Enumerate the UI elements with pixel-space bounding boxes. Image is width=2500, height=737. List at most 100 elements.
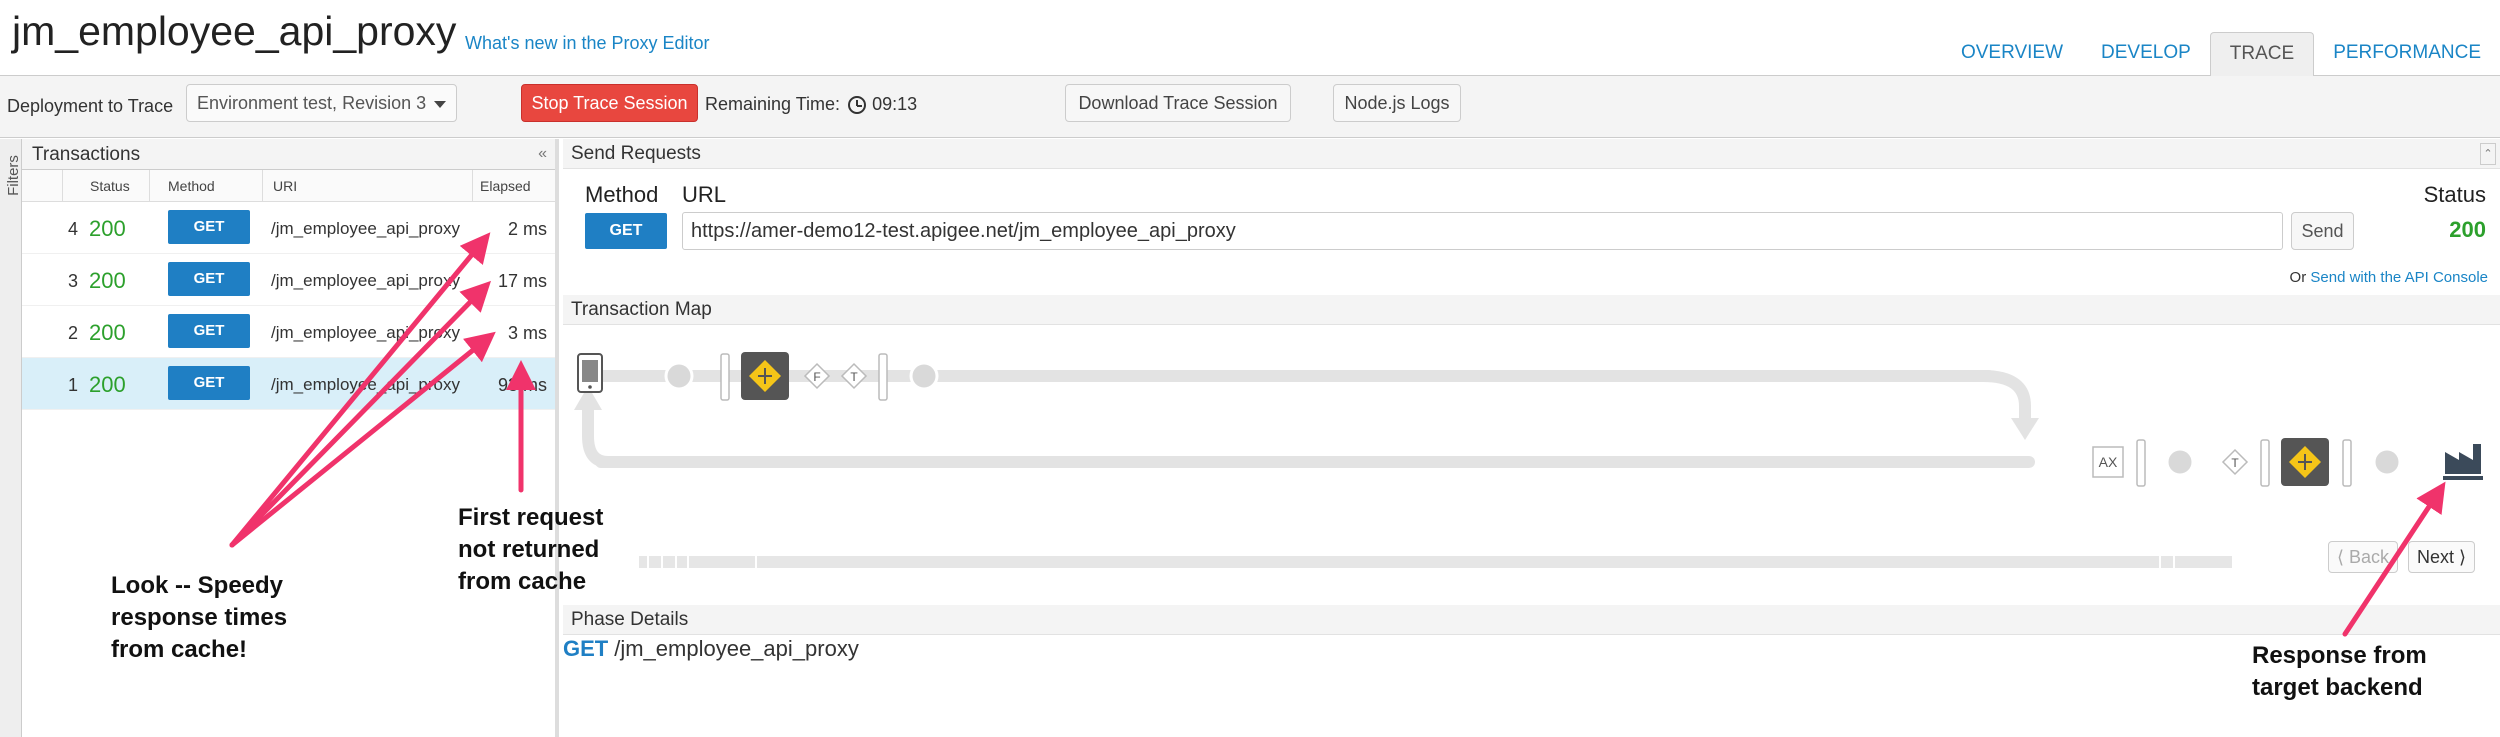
row-status: 200 [89, 268, 126, 293]
row-method-badge: GET [168, 314, 250, 348]
tab-trace[interactable]: TRACE [2209, 32, 2315, 76]
annotation-line: not returned [458, 536, 600, 563]
url-input[interactable] [682, 212, 2283, 250]
row-elapsed: 17 ms [497, 271, 547, 291]
status-label: Status [2423, 182, 2486, 207]
send-requests-title: Send Requests [571, 143, 701, 164]
column-uri: URI [273, 178, 298, 194]
clock-icon [848, 95, 867, 114]
transactions-title: Transactions [32, 144, 141, 165]
request-flow-curve [1982, 370, 2031, 421]
timeline-tick [675, 556, 677, 568]
next-label: Next [2417, 547, 2455, 567]
trace-detail-panel: Send Requests ⌃ Method URL Status GET Se… [563, 139, 2500, 737]
timeline-tick [661, 556, 663, 568]
api-console-link[interactable]: Send with the API Console [2310, 269, 2488, 286]
timeline-tick [755, 556, 757, 568]
phase-details-header: Phase Details [563, 605, 2500, 635]
flow-t2-diamond: T [2221, 448, 2249, 476]
row-number: 3 [67, 271, 78, 291]
response-status: 200 [2449, 217, 2486, 242]
phase-verb: GET [563, 636, 609, 661]
whats-new-link[interactable]: What's new in the Proxy Editor [465, 33, 710, 54]
annotation-speedy: Look -- Speedy response times from cache… [111, 570, 287, 666]
tab-overview[interactable]: OVERVIEW [1942, 32, 2082, 76]
deployment-select[interactable]: Environment test, Revision 3 [186, 84, 457, 122]
page-header: jm_employee_api_proxy What's new in the … [0, 0, 2500, 76]
nodejs-logs-button[interactable]: Node.js Logs [1333, 84, 1461, 122]
flow-node [2372, 447, 2402, 477]
annotation-line: Response from [2252, 642, 2427, 669]
tab-performance[interactable]: PERFORMANCE [2314, 32, 2500, 76]
transaction-row[interactable]: 2 200 GET /jm_employee_api_proxy 3 ms [22, 306, 555, 358]
timeline-tick [2173, 556, 2175, 568]
transaction-map-title: Transaction Map [571, 299, 712, 320]
annotation-line: from cache [458, 568, 587, 595]
method-label: Method [585, 182, 659, 207]
timeline-tick [2159, 556, 2161, 568]
flow-f-label: F [813, 370, 820, 384]
request-arrow-down-icon [2011, 418, 2039, 440]
column-divider [149, 170, 150, 202]
flow-marker [878, 353, 888, 401]
row-elapsed: 2 ms [507, 219, 547, 239]
row-uri: /jm_employee_api_proxy [271, 323, 460, 342]
remaining-time: Remaining Time: 09:13 [705, 94, 917, 115]
transaction-row[interactable]: 3 200 GET /jm_employee_api_proxy 17 ms [22, 254, 555, 306]
row-method-badge: GET [168, 210, 250, 244]
row-status: 200 [89, 372, 126, 397]
api-console-line: Or Send with the API Console [2290, 269, 2488, 286]
timeline-tick [687, 556, 689, 568]
flow-node [2165, 447, 2195, 477]
send-button[interactable]: Send [2291, 212, 2354, 250]
transaction-map: F T AX T [574, 352, 2483, 568]
target-backend-factory-icon [2443, 444, 2483, 480]
row-method-badge: GET [168, 262, 250, 296]
filters-sidebar[interactable]: Filters [0, 139, 22, 737]
column-divider [262, 170, 263, 202]
timeline-tick [647, 556, 649, 568]
flow-t2-label: T [2231, 456, 2239, 470]
collapse-left-icon[interactable]: « [538, 145, 547, 163]
caret-down-icon [434, 101, 446, 108]
or-text: Or [2289, 269, 2307, 286]
row-elapsed: 3 ms [507, 323, 547, 343]
deployment-label: Deployment to Trace [7, 96, 174, 116]
row-uri: /jm_employee_api_proxy [271, 219, 460, 238]
client-phone-icon [577, 353, 603, 393]
trace-toolbar: Deployment to Trace Environment test, Re… [0, 76, 2500, 138]
collapse-up-icon[interactable]: ⌃ [2480, 143, 2496, 165]
transaction-row-selected[interactable]: 1 200 GET /jm_employee_api_proxy 93 ms [22, 358, 555, 410]
column-divider [472, 170, 473, 202]
transaction-row[interactable]: 4 200 GET /jm_employee_api_proxy 2 ms [22, 202, 555, 254]
phase-path: /jm_employee_api_proxy [614, 636, 859, 661]
phase-details-title: Phase Details [571, 609, 689, 630]
annotation-line: target backend [2252, 674, 2423, 701]
flow-ax-label: AX [2099, 454, 2118, 470]
url-label: URL [682, 182, 727, 207]
annotation-first-request: First request not returned from cache [458, 502, 603, 598]
row-elapsed: 93 ms [497, 375, 547, 395]
remaining-time-value: 09:13 [872, 94, 918, 114]
method-get-button[interactable]: GET [585, 213, 667, 249]
filters-label: Filters [4, 155, 22, 196]
stop-trace-button[interactable]: Stop Trace Session [521, 84, 698, 122]
annotation-backend: Response from target backend [2252, 640, 2427, 704]
back-button[interactable]: ⟨ Back [2328, 541, 2399, 573]
next-button[interactable]: Next ⟩ [2408, 541, 2476, 573]
column-method: Method [168, 178, 215, 194]
row-method-badge: GET [168, 366, 250, 400]
send-requests-header: Send Requests ⌃ [563, 139, 2500, 169]
flow-marker [2136, 439, 2146, 487]
flow-marker [2342, 439, 2352, 487]
transaction-map-header: Transaction Map [563, 295, 2500, 325]
policy-icon [2281, 438, 2329, 486]
flow-ax-box: AX [2092, 446, 2124, 478]
flow-t-label: T [850, 370, 858, 384]
response-flow-line [595, 456, 2035, 468]
transactions-header: Transactions « [22, 139, 555, 170]
download-trace-button[interactable]: Download Trace Session [1065, 84, 1291, 122]
column-elapsed: Elapsed [480, 178, 531, 194]
row-uri: /jm_employee_api_proxy [271, 271, 460, 290]
tab-develop[interactable]: DEVELOP [2082, 32, 2210, 76]
